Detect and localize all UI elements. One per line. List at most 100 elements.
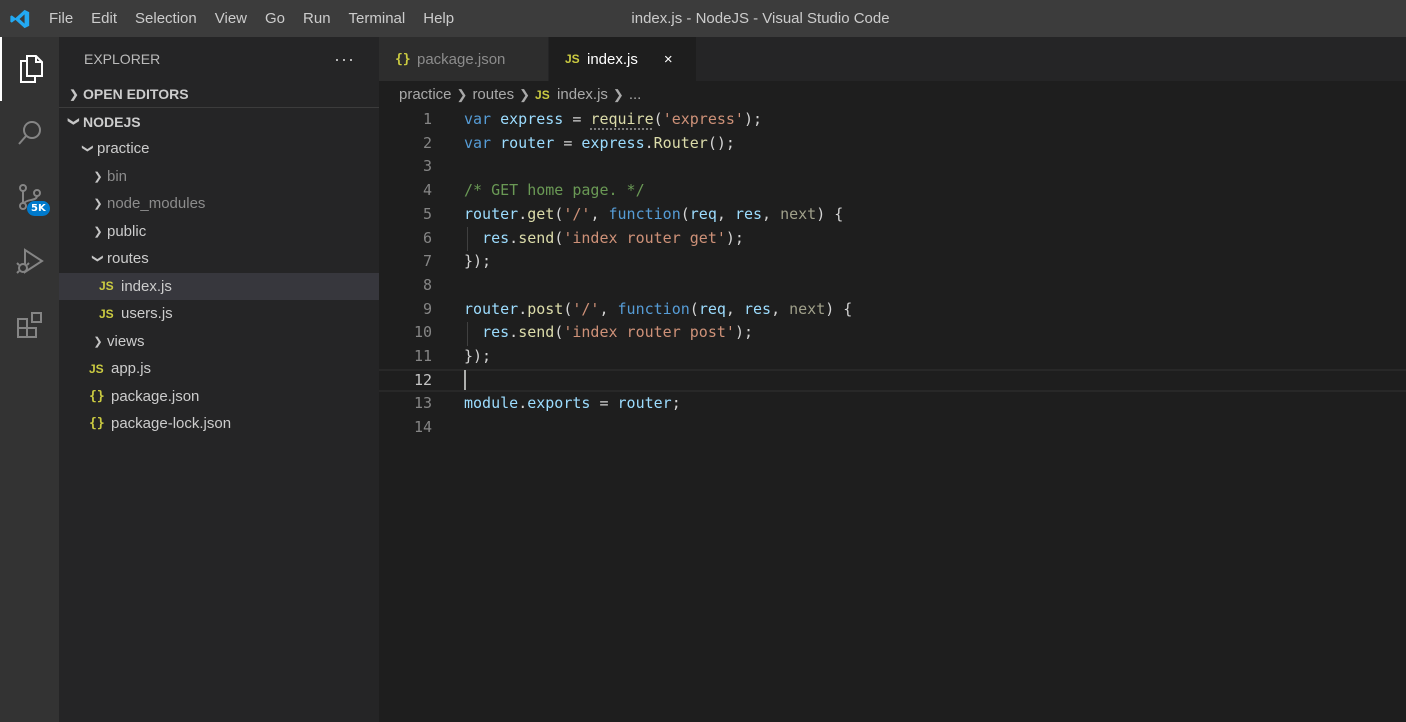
tree-file-package-lock-json[interactable]: {} package-lock.json bbox=[59, 410, 379, 438]
menu-edit[interactable]: Edit bbox=[82, 0, 126, 37]
tree-item-label: bin bbox=[107, 167, 128, 185]
tree-file-users-js[interactable]: JS users.js bbox=[59, 300, 379, 328]
tree-folder-views[interactable]: ❯ views bbox=[59, 328, 379, 356]
tree-item-label: node_modules bbox=[107, 195, 206, 213]
open-editors-section[interactable]: ❯ OPEN EDITORS bbox=[59, 81, 379, 108]
js-file-icon: JS bbox=[565, 52, 580, 66]
extensions-icon[interactable] bbox=[0, 293, 59, 357]
chevron-down-icon: ❯ bbox=[67, 116, 80, 127]
js-file-icon: JS bbox=[89, 361, 104, 376]
title-bar: File Edit Selection View Go Run Terminal… bbox=[0, 0, 1406, 37]
code-text: res.send('index router get'); bbox=[482, 228, 744, 247]
tree-item-label: routes bbox=[107, 250, 149, 268]
line-number: 10 bbox=[413, 323, 432, 342]
more-actions-icon[interactable]: ··· bbox=[334, 49, 355, 70]
breadcrumb: practice ❯ routes ❯ JS index.js ❯ ... bbox=[379, 81, 1406, 108]
explorer-title: EXPLORER bbox=[84, 51, 161, 67]
tree-folder-practice[interactable]: ❯ practice bbox=[59, 135, 379, 163]
code-text: var router = express.Router(); bbox=[464, 133, 735, 152]
source-control-badge: 5K bbox=[27, 201, 50, 216]
code-editor[interactable]: 1 var express = require('express'); 2 va… bbox=[379, 108, 1406, 722]
chevron-right-icon: ❯ bbox=[93, 335, 103, 348]
explorer-header: EXPLORER ··· bbox=[59, 37, 379, 81]
line-number: 7 bbox=[422, 252, 432, 271]
breadcrumb-item[interactable]: index.js bbox=[557, 86, 608, 103]
json-file-icon: {} bbox=[89, 388, 105, 404]
line-number: 1 bbox=[422, 110, 432, 128]
tree-folder-routes[interactable]: ❯ routes bbox=[59, 245, 379, 273]
tab-label: index.js bbox=[587, 50, 638, 68]
tree-folder-bin[interactable]: ❯ bin bbox=[59, 163, 379, 191]
close-icon[interactable]: × bbox=[664, 51, 673, 68]
text-cursor bbox=[464, 370, 466, 391]
line-number: 9 bbox=[422, 299, 432, 318]
code-line: 11 }); bbox=[379, 345, 1406, 369]
json-file-icon: {} bbox=[395, 51, 411, 67]
explorer-sidebar: EXPLORER ··· ❯ OPEN EDITORS ❯ NODEJS ❯ p… bbox=[59, 37, 379, 722]
tree-item-label: views bbox=[107, 332, 145, 350]
chevron-right-icon: ❯ bbox=[93, 225, 103, 238]
menu-view[interactable]: View bbox=[206, 0, 256, 37]
code-line: 4 /* GET home page. */ bbox=[379, 179, 1406, 203]
code-line: 9 router.post('/', function(req, res, ne… bbox=[379, 298, 1406, 322]
line-number: 5 bbox=[422, 204, 432, 223]
line-number: 2 bbox=[422, 133, 432, 152]
breadcrumb-item[interactable]: ... bbox=[629, 86, 642, 103]
editor-tabs: {} package.json JS index.js × bbox=[379, 37, 1406, 81]
menu-go[interactable]: Go bbox=[256, 0, 294, 37]
chevron-right-icon: ❯ bbox=[456, 86, 468, 102]
menu-help[interactable]: Help bbox=[414, 0, 463, 37]
menu-terminal[interactable]: Terminal bbox=[340, 0, 415, 37]
code-line: 7 }); bbox=[379, 250, 1406, 274]
tree-folder-node-modules[interactable]: ❯ node_modules bbox=[59, 190, 379, 218]
line-number: 4 bbox=[422, 181, 432, 200]
code-text: res.send('index router post'); bbox=[482, 323, 753, 342]
search-icon[interactable] bbox=[0, 101, 59, 165]
tab-label: package.json bbox=[417, 50, 506, 68]
line-number: 8 bbox=[422, 275, 432, 294]
menu-run[interactable]: Run bbox=[294, 0, 340, 37]
code-line: 10 res.send('index router post'); bbox=[379, 321, 1406, 345]
code-line: 13 module.exports = router; bbox=[379, 392, 1406, 416]
js-file-icon: JS bbox=[99, 306, 114, 321]
line-number: 14 bbox=[413, 418, 432, 437]
vscode-logo-icon bbox=[0, 0, 40, 37]
source-control-icon[interactable]: 5K bbox=[0, 165, 59, 229]
explorer-icon[interactable] bbox=[0, 37, 59, 101]
menu-file[interactable]: File bbox=[40, 0, 82, 37]
tree-item-label: public bbox=[107, 222, 147, 240]
tab-package-json[interactable]: {} package.json bbox=[379, 37, 549, 81]
menu-selection[interactable]: Selection bbox=[126, 0, 206, 37]
tree-item-label: index.js bbox=[121, 277, 172, 295]
chevron-down-icon: ❯ bbox=[81, 144, 94, 154]
code-text: }); bbox=[464, 347, 492, 365]
chevron-right-icon: ❯ bbox=[69, 88, 79, 101]
chevron-down-icon: ❯ bbox=[91, 254, 104, 264]
open-editors-label: OPEN EDITORS bbox=[83, 86, 189, 102]
breadcrumb-item[interactable]: routes bbox=[472, 86, 514, 103]
js-file-icon: JS bbox=[535, 87, 550, 102]
code-line: 6 res.send('index router get'); bbox=[379, 227, 1406, 251]
chevron-right-icon: ❯ bbox=[612, 86, 624, 102]
tree-item-label: app.js bbox=[111, 360, 152, 378]
code-line: 5 router.get('/', function(req, res, nex… bbox=[379, 203, 1406, 227]
line-number: 13 bbox=[413, 394, 432, 413]
workspace-section[interactable]: ❯ NODEJS bbox=[59, 108, 379, 135]
tree-file-package-json[interactable]: {} package.json bbox=[59, 383, 379, 411]
code-line: 2 var router = express.Router(); bbox=[379, 132, 1406, 156]
run-debug-icon[interactable] bbox=[0, 229, 59, 293]
code-text: }); bbox=[464, 252, 492, 271]
tree-item-label: package-lock.json bbox=[111, 415, 232, 433]
tree-folder-public[interactable]: ❯ public bbox=[59, 218, 379, 246]
tree-file-index-js[interactable]: JS index.js bbox=[59, 272, 379, 300]
chevron-right-icon: ❯ bbox=[93, 198, 103, 211]
line-number: 12 bbox=[413, 370, 432, 389]
tree-item-label: users.js bbox=[121, 305, 173, 323]
tree-item-label: practice bbox=[97, 140, 150, 158]
chevron-right-icon: ❯ bbox=[519, 86, 531, 102]
tree-file-app-js[interactable]: JS app.js bbox=[59, 355, 379, 383]
tree-item-label: package.json bbox=[111, 387, 200, 405]
line-number: 6 bbox=[422, 228, 432, 247]
breadcrumb-item[interactable]: practice bbox=[399, 86, 452, 103]
tab-index-js[interactable]: JS index.js × bbox=[549, 37, 697, 81]
